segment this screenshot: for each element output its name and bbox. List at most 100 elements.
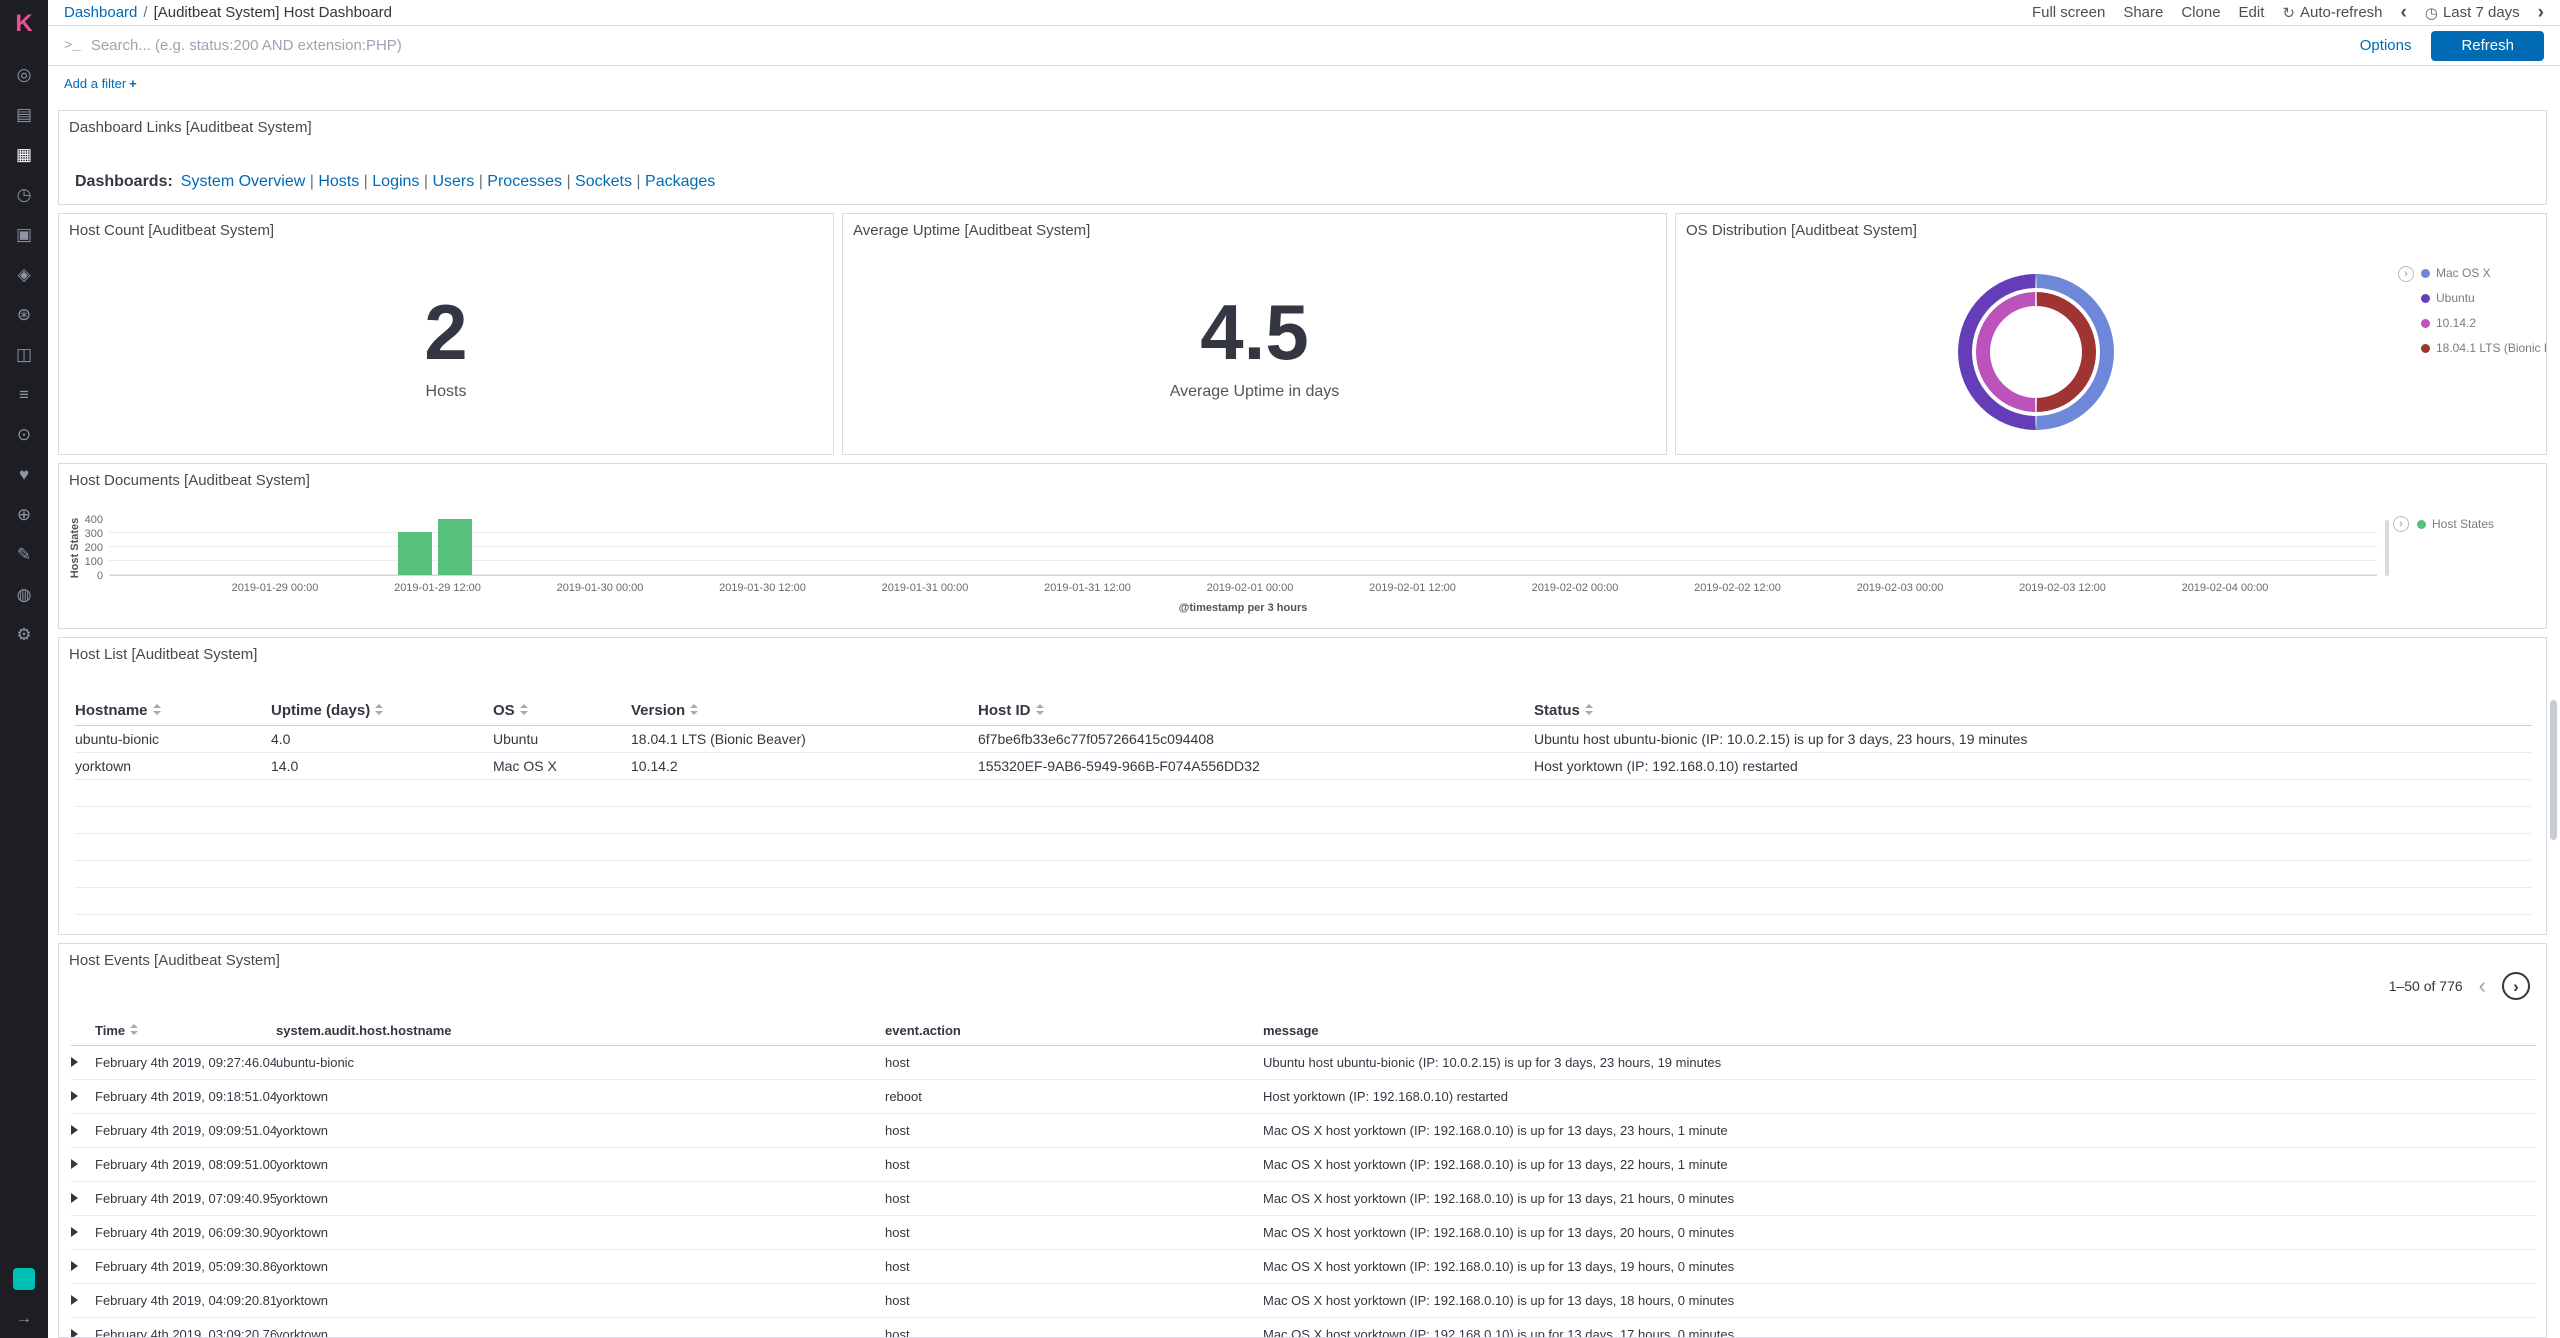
os-legend: › Mac OS X Ubuntu 10.14.2 18.04.1 LTS (Bion… <box>2398 266 2547 355</box>
expander-cell[interactable] <box>71 1284 95 1318</box>
query-options-button[interactable]: Options <box>2360 37 2412 54</box>
chart-scrollbar[interactable] <box>2385 520 2389 576</box>
host-event-cell: yorktown <box>276 1080 885 1114</box>
pagination-range-label: 1–50 of 776 <box>2389 978 2463 994</box>
dashboard-link-logins[interactable]: Logins <box>372 173 419 190</box>
sidebar-item-uptime[interactable]: ♥ <box>0 454 48 494</box>
host-list-cell <box>493 888 631 915</box>
host-event-cell: Mac OS X host yorktown (IP: 192.168.0.10… <box>1263 1250 2536 1284</box>
column-header-hostname[interactable]: Hostname <box>75 696 271 726</box>
bar-2019-01-29-09-00[interactable] <box>398 532 432 575</box>
metric-average-uptime: 4.5 Average Uptime in days <box>843 214 1666 454</box>
previous-page-button[interactable]: ‹ <box>2479 975 2486 997</box>
next-page-button[interactable]: › <box>2502 972 2530 1000</box>
column-header-status[interactable]: Status <box>1534 696 2532 726</box>
main-area: Dashboard / [Auditbeat System] Host Dash… <box>48 0 2560 1338</box>
dashboard-link-sockets[interactable]: Sockets <box>575 173 632 190</box>
legend-label: 18.04.1 LTS (Bionic B... <box>2436 341 2547 355</box>
dashboard-link-processes[interactable]: Processes <box>487 173 562 190</box>
edit-button[interactable]: Edit <box>2239 4 2265 21</box>
graph-icon: ⊕ <box>17 506 31 523</box>
sidebar-item-logs[interactable]: ≡ <box>0 374 48 414</box>
column-header-time[interactable]: Time <box>95 1016 276 1046</box>
page-scrollbar-thumb[interactable] <box>2550 700 2557 840</box>
x-axis-title: @timestamp per 3 hours <box>1179 602 1308 614</box>
host-event-row: February 4th 2019, 09:18:51.043yorktownr… <box>71 1080 2536 1114</box>
dashboard-link-users[interactable]: Users <box>432 173 474 190</box>
host-list-cell <box>978 861 1534 888</box>
column-header-os[interactable]: OS <box>493 696 631 726</box>
add-filter-button[interactable]: Add a filter+ <box>64 76 137 91</box>
panel-host-list: Host List [Auditbeat System] HostnameUpt… <box>58 637 2547 935</box>
legend-item-host-states[interactable]: Host States <box>2417 517 2494 531</box>
sidebar-item-apm[interactable]: ⊙ <box>0 414 48 454</box>
expander-cell[interactable] <box>71 1250 95 1284</box>
expander-cell[interactable] <box>71 1216 95 1250</box>
full-screen-button[interactable]: Full screen <box>2032 4 2105 21</box>
time-picker-button[interactable]: ◷ Last 7 days <box>2425 4 2520 22</box>
dashboard-link-hosts[interactable]: Hosts <box>318 173 359 190</box>
dashboard-link-system-overview[interactable]: System Overview <box>181 173 305 190</box>
refresh-button[interactable]: Refresh <box>2431 31 2544 61</box>
host-event-cell: Mac OS X host yorktown (IP: 192.168.0.10… <box>1263 1114 2536 1148</box>
expander-cell[interactable] <box>71 1080 95 1114</box>
sidebar-collapse-button[interactable]: → <box>16 1310 32 1328</box>
host-list-cell <box>978 888 1534 915</box>
sidebar-item-maps[interactable]: ◈ <box>0 254 48 294</box>
clone-button[interactable]: Clone <box>2181 4 2220 21</box>
sidebar-item-visualize[interactable]: ▤ <box>0 94 48 134</box>
panel-title: Dashboard Links [Auditbeat System] <box>69 119 312 136</box>
column-header-host-id[interactable]: Host ID <box>978 696 1534 726</box>
host-list-row[interactable]: yorktown14.0Mac OS X10.14.2155320EF-9AB6… <box>75 753 2532 780</box>
column-header-event-action[interactable]: event.action <box>885 1016 1263 1046</box>
sidebar-item-infrastructure[interactable]: ◫ <box>0 334 48 374</box>
legend-item-10-14-2[interactable]: 10.14.2 <box>2421 316 2547 330</box>
sidebar-item-dev-tools[interactable]: ✎ <box>0 534 48 574</box>
expander-cell[interactable] <box>71 1318 95 1338</box>
sidebar-item-canvas[interactable]: ▣ <box>0 214 48 254</box>
expander-cell[interactable] <box>71 1182 95 1216</box>
kibana-logo[interactable]: K <box>0 0 48 48</box>
column-header-version[interactable]: Version <box>631 696 978 726</box>
time-back-button[interactable]: ‹ <box>2401 3 2407 22</box>
sidebar-item-dashboard[interactable]: ▦ <box>0 134 48 174</box>
legend-item-18-04-1-lts-bionic-b[interactable]: 18.04.1 LTS (Bionic B... <box>2421 341 2547 355</box>
host-event-cell: Mac OS X host yorktown (IP: 192.168.0.10… <box>1263 1148 2536 1182</box>
breadcrumb-dashboard-link[interactable]: Dashboard <box>64 4 137 21</box>
search-input[interactable] <box>91 26 2350 65</box>
legend-toggle-icon[interactable]: › <box>2393 516 2409 532</box>
hd-legend: › Host States <box>2393 516 2494 532</box>
dashboards-label: Dashboards: <box>75 173 173 190</box>
clock-icon: ◷ <box>2425 4 2438 22</box>
column-header-uptime-days[interactable]: Uptime (days) <box>271 696 493 726</box>
sidebar-item-graph[interactable]: ⊕ <box>0 494 48 534</box>
panel-title: Host Documents [Auditbeat System] <box>69 472 310 489</box>
sidebar-item-monitoring[interactable]: ◍ <box>0 574 48 614</box>
column-header-message[interactable]: message <box>1263 1016 2536 1046</box>
os-donut-chart[interactable] <box>1958 274 2114 430</box>
host-list-row[interactable]: ubuntu-bionic4.0Ubuntu18.04.1 LTS (Bioni… <box>75 726 2532 753</box>
time-forward-button[interactable]: › <box>2538 3 2544 22</box>
expander-cell[interactable] <box>71 1046 95 1080</box>
column-header-system-audit-host-hostname[interactable]: system.audit.host.hostname <box>276 1016 885 1046</box>
column-header-expander <box>71 1016 95 1046</box>
expander-cell[interactable] <box>71 1114 95 1148</box>
share-button[interactable]: Share <box>2123 4 2163 21</box>
space-avatar[interactable] <box>13 1268 35 1290</box>
expander-cell[interactable] <box>71 1148 95 1182</box>
sidebar-item-management[interactable]: ⚙ <box>0 614 48 654</box>
host-event-cell: February 4th 2019, 08:09:51.000 <box>95 1148 276 1182</box>
legend-item-ubuntu[interactable]: Ubuntu <box>2421 291 2547 305</box>
link-separator: | <box>419 173 432 190</box>
dashboard-link-packages[interactable]: Packages <box>645 173 715 190</box>
host-event-cell: host <box>885 1114 1263 1148</box>
auto-refresh-button[interactable]: ↻ Auto-refresh <box>2282 4 2382 22</box>
sidebar-item-machine-learning[interactable]: ⊛ <box>0 294 48 334</box>
bar-2019-01-29-12-00[interactable] <box>438 519 472 575</box>
sidebar-bottom: → <box>0 1268 48 1328</box>
sidebar-item-timelion[interactable]: ◷ <box>0 174 48 214</box>
sidebar-item-discover[interactable]: ◎ <box>0 54 48 94</box>
legend-item-mac-os-x[interactable]: Mac OS X <box>2421 266 2547 280</box>
dashboard-links-list: System Overview | Hosts | Logins | Users… <box>181 173 715 190</box>
legend-toggle-icon[interactable]: › <box>2398 266 2414 282</box>
